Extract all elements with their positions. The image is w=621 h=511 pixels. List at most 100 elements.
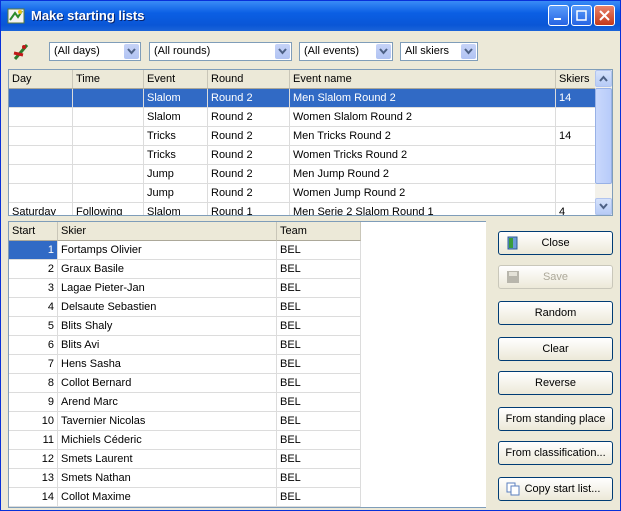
table-row-event-name[interactable]: Women Tricks Round 2: [290, 146, 556, 165]
team-cell[interactable]: BEL: [277, 393, 361, 412]
table-row-event[interactable]: Jump: [144, 165, 208, 184]
scroll-up-button[interactable]: [595, 70, 612, 87]
table-row-event-name[interactable]: Women Slalom Round 2: [290, 108, 556, 127]
table-row-day[interactable]: [9, 165, 73, 184]
table-row-skiers[interactable]: [556, 165, 597, 184]
table-row-day[interactable]: [9, 108, 73, 127]
team-cell[interactable]: BEL: [277, 317, 361, 336]
skier-name-cell[interactable]: Smets Laurent: [58, 450, 277, 469]
team-cell[interactable]: BEL: [277, 241, 361, 260]
col-header-team[interactable]: Team: [277, 222, 361, 241]
chevron-down-icon[interactable]: [461, 44, 476, 59]
skier-name-cell[interactable]: Smets Nathan: [58, 469, 277, 488]
chevron-down-icon[interactable]: [124, 44, 139, 59]
events-scrollbar[interactable]: [595, 70, 612, 215]
col-header-day[interactable]: Day: [9, 70, 73, 89]
start-number-cell[interactable]: 9: [9, 393, 58, 412]
days-filter-select[interactable]: (All days): [49, 42, 141, 61]
start-number-cell[interactable]: 4: [9, 298, 58, 317]
table-row-round[interactable]: Round 1: [208, 203, 290, 215]
start-number-cell[interactable]: 12: [9, 450, 58, 469]
team-cell[interactable]: BEL: [277, 450, 361, 469]
start-number-cell[interactable]: 11: [9, 431, 58, 450]
team-cell[interactable]: BEL: [277, 431, 361, 450]
skier-name-cell[interactable]: Collot Bernard: [58, 374, 277, 393]
skier-name-cell[interactable]: Hens Sasha: [58, 355, 277, 374]
table-row-event-name[interactable]: Men Slalom Round 2: [290, 89, 556, 108]
col-header-start[interactable]: Start: [9, 222, 58, 241]
skier-name-cell[interactable]: Arend Marc: [58, 393, 277, 412]
skier-name-cell[interactable]: Blits Avi: [58, 336, 277, 355]
table-row-day[interactable]: Saturday: [9, 203, 73, 215]
start-number-cell[interactable]: 6: [9, 336, 58, 355]
table-row-round[interactable]: Round 2: [208, 108, 290, 127]
table-row-event[interactable]: Jump: [144, 184, 208, 203]
col-header-event-name[interactable]: Event name: [290, 70, 556, 89]
skier-name-cell[interactable]: Fortamps Olivier: [58, 241, 277, 260]
start-number-cell[interactable]: 7: [9, 355, 58, 374]
table-row-round[interactable]: Round 2: [208, 146, 290, 165]
table-row-event[interactable]: Tricks: [144, 146, 208, 165]
maximize-button[interactable]: [571, 5, 592, 26]
start-number-cell[interactable]: 3: [9, 279, 58, 298]
skier-icon[interactable]: [11, 41, 31, 61]
team-cell[interactable]: BEL: [277, 279, 361, 298]
start-number-cell[interactable]: 14: [9, 488, 58, 507]
table-row-day[interactable]: [9, 146, 73, 165]
from-classification-button[interactable]: From classification...: [498, 441, 613, 465]
team-cell[interactable]: BEL: [277, 374, 361, 393]
copy-start-list-button[interactable]: Copy start list...: [498, 477, 613, 501]
table-row-time[interactable]: [73, 127, 144, 146]
table-row-time[interactable]: [73, 108, 144, 127]
close-button[interactable]: Close: [498, 231, 613, 255]
skier-name-cell[interactable]: Tavernier Nicolas: [58, 412, 277, 431]
save-button[interactable]: Save: [498, 265, 613, 289]
col-header-skier[interactable]: Skier: [58, 222, 277, 241]
table-row-skiers[interactable]: [556, 184, 597, 203]
table-row-event[interactable]: Slalom: [144, 108, 208, 127]
table-row-skiers[interactable]: 14: [556, 127, 597, 146]
close-window-button[interactable]: [594, 5, 615, 26]
random-button[interactable]: Random: [498, 301, 613, 325]
team-cell[interactable]: BEL: [277, 412, 361, 431]
table-row-day[interactable]: [9, 184, 73, 203]
clear-button[interactable]: Clear: [498, 337, 613, 361]
table-row-round[interactable]: Round 2: [208, 184, 290, 203]
start-number-cell[interactable]: 8: [9, 374, 58, 393]
table-row-skiers[interactable]: 4: [556, 203, 597, 215]
skiers-filter-select[interactable]: All skiers: [400, 42, 478, 61]
chevron-down-icon[interactable]: [275, 44, 290, 59]
scroll-down-button[interactable]: [595, 198, 612, 215]
team-cell[interactable]: BEL: [277, 336, 361, 355]
skier-name-cell[interactable]: Delsaute Sebastien: [58, 298, 277, 317]
table-row-skiers[interactable]: [556, 146, 597, 165]
start-number-cell[interactable]: 10: [9, 412, 58, 431]
reverse-button[interactable]: Reverse: [498, 371, 613, 395]
title-bar[interactable]: Make starting lists: [1, 1, 620, 31]
start-number-cell[interactable]: 5: [9, 317, 58, 336]
table-row-event-name[interactable]: Men Tricks Round 2: [290, 127, 556, 146]
table-row-day[interactable]: [9, 127, 73, 146]
team-cell[interactable]: BEL: [277, 488, 361, 507]
table-row-day[interactable]: [9, 89, 73, 108]
table-row-round[interactable]: Round 2: [208, 127, 290, 146]
table-row-event-name[interactable]: Men Jump Round 2: [290, 165, 556, 184]
team-cell[interactable]: BEL: [277, 260, 361, 279]
skier-name-cell[interactable]: Michiels Céderic: [58, 431, 277, 450]
skier-name-cell[interactable]: Blits Shaly: [58, 317, 277, 336]
table-row-time[interactable]: [73, 146, 144, 165]
table-row-round[interactable]: Round 2: [208, 165, 290, 184]
events-filter-select[interactable]: (All events): [299, 42, 393, 61]
table-row-time[interactable]: [73, 184, 144, 203]
skier-name-cell[interactable]: Collot Maxime: [58, 488, 277, 507]
team-cell[interactable]: BEL: [277, 298, 361, 317]
table-row-round[interactable]: Round 2: [208, 89, 290, 108]
table-row-time[interactable]: [73, 89, 144, 108]
chevron-down-icon[interactable]: [376, 44, 391, 59]
table-row-skiers[interactable]: 14: [556, 89, 597, 108]
table-row-event[interactable]: Slalom: [144, 89, 208, 108]
minimize-button[interactable]: [548, 5, 569, 26]
table-row-event[interactable]: Tricks: [144, 127, 208, 146]
col-header-time[interactable]: Time: [73, 70, 144, 89]
start-number-cell[interactable]: 2: [9, 260, 58, 279]
